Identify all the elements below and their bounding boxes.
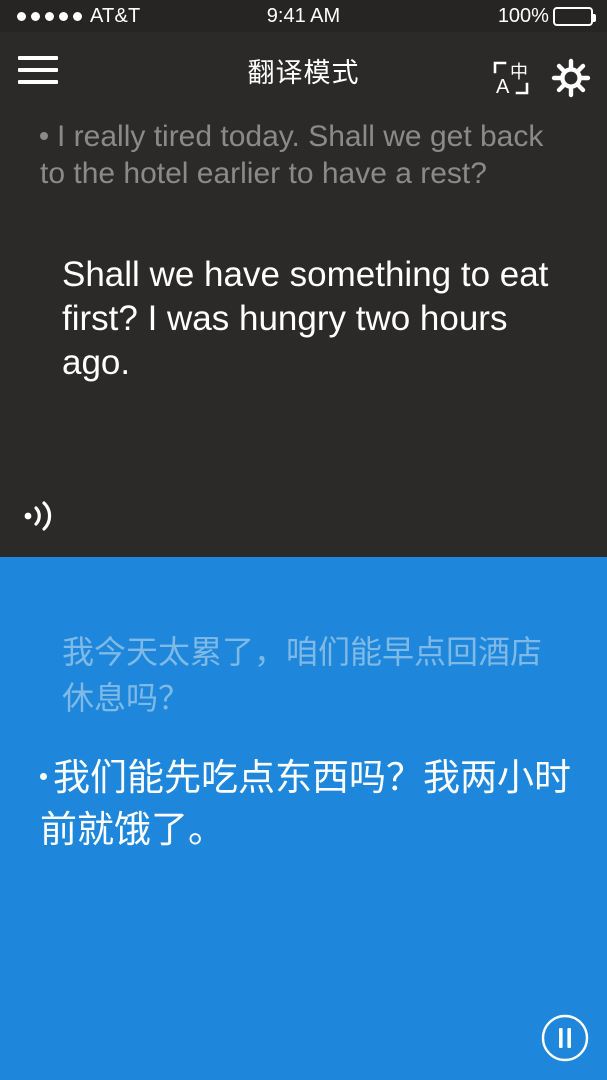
speaker-sound-wave-icon[interactable] — [22, 497, 60, 535]
carrier-label: AT&T — [90, 4, 141, 27]
target-previous-message: 我今天太累了，咱们能早点回酒店休息吗？ — [62, 633, 543, 717]
svg-text:中: 中 — [510, 62, 528, 83]
signal-strength-dots-icon — [17, 11, 82, 21]
bullet-icon — [40, 132, 48, 141]
battery-percent-label: 100% — [497, 4, 549, 27]
target-current-message-text: 我们能先吃点东西吗？我两小时前就饿了。 — [40, 756, 571, 851]
status-bar-left: AT&T — [0, 5, 200, 28]
bullet-icon — [40, 773, 47, 780]
pause-circle-icon[interactable] — [540, 1013, 590, 1063]
gear-icon[interactable] — [547, 56, 595, 100]
status-bar: AT&T 9:41 AM 100% — [0, 0, 607, 32]
target-language-panel[interactable]: 我今天太累了，咱们能早点回酒店休息吗？ 我们能先吃点东西吗？我两小时前就饿了。 — [0, 557, 607, 1080]
source-current-message: Shall we have something to eat first? I … — [62, 255, 549, 382]
svg-text:A: A — [496, 76, 510, 98]
target-current-message: 我们能先吃点东西吗？我两小时前就饿了。 — [0, 752, 607, 856]
translate-mode-screen: AT&T 9:41 AM 100% 翻译模式 A 中 I really tire… — [0, 0, 607, 1080]
battery-full-icon — [552, 6, 596, 26]
source-previous-message: I really tired today. Shall we get back … — [0, 118, 607, 192]
source-previous-message-text: I really tired today. Shall we get back … — [40, 120, 544, 190]
source-language-panel[interactable]: I really tired today. Shall we get back … — [0, 108, 607, 557]
app-header: 翻译模式 A 中 — [0, 32, 607, 108]
translate-language-icon[interactable]: A 中 — [487, 56, 535, 100]
status-bar-right: 100% — [407, 5, 607, 28]
status-bar-clock: 9:41 AM — [266, 4, 341, 27]
